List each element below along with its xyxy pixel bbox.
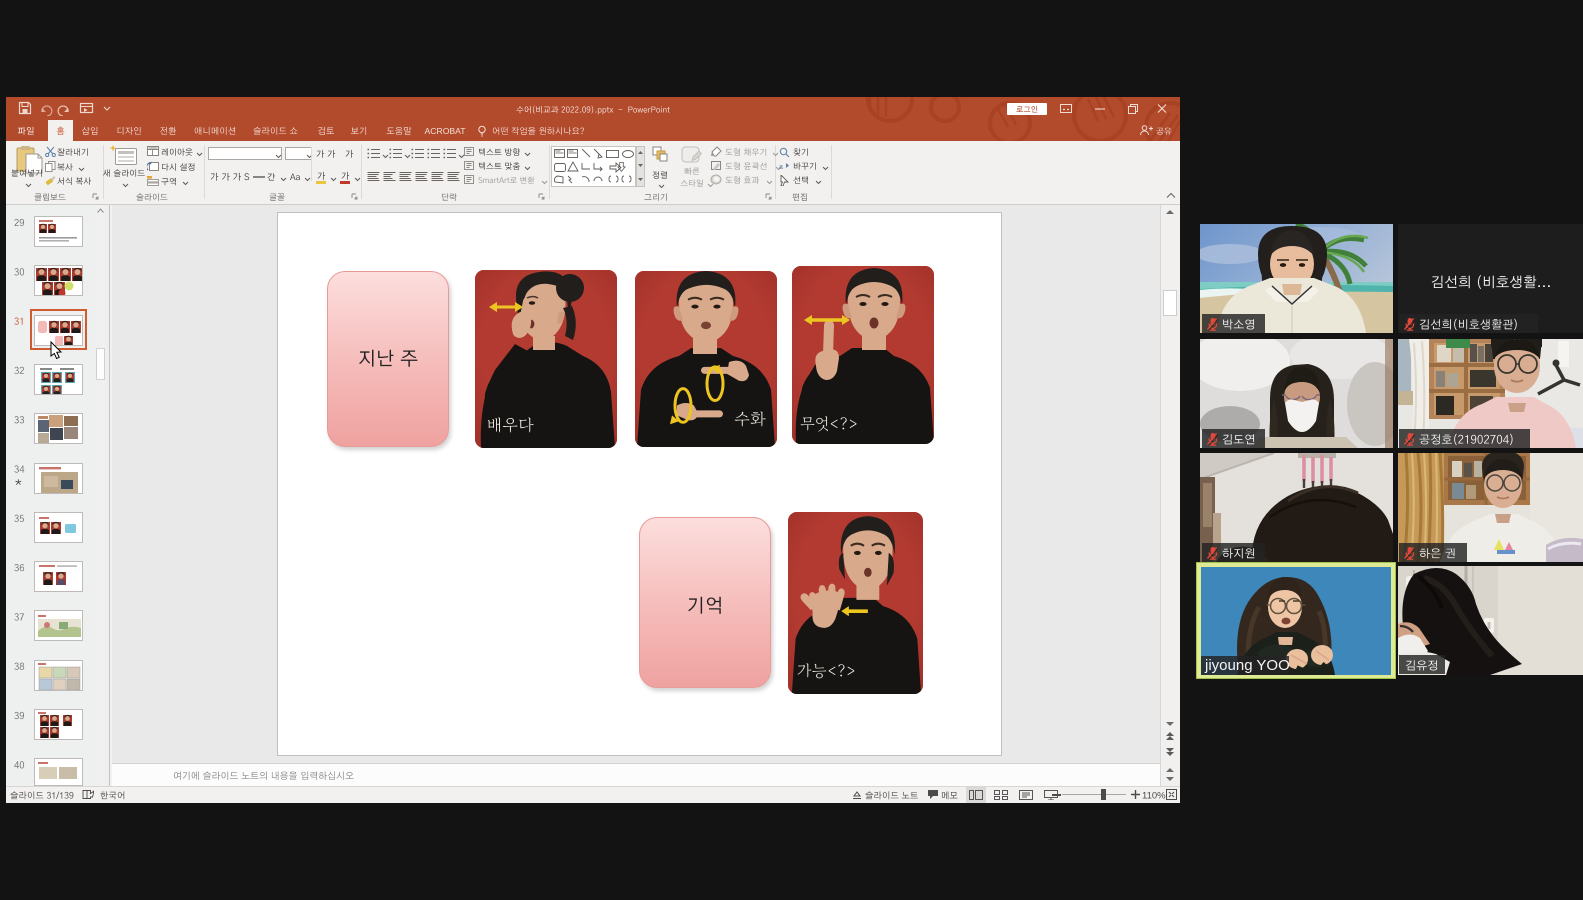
svg-text:ACROBAT: ACROBAT — [425, 126, 467, 136]
